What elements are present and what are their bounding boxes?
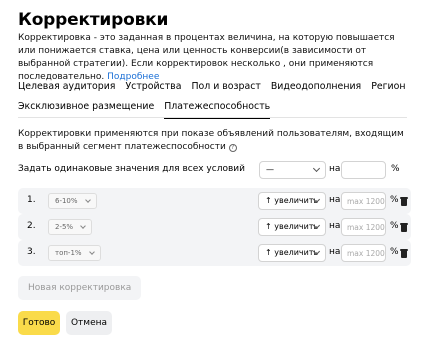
percent-input[interactable]: max 1200 bbox=[341, 218, 386, 236]
all-conditions-row: Задать одинаковые значения для всех усло… bbox=[18, 161, 410, 179]
percent-input[interactable]: max 1200 bbox=[341, 244, 386, 262]
help-icon[interactable]: ? bbox=[228, 144, 237, 152]
description-text: Корректировка - это заданная в процентах… bbox=[18, 32, 410, 84]
direction-value: ↑ увеличить bbox=[265, 222, 319, 231]
trash-icon[interactable] bbox=[400, 223, 408, 232]
all-conditions-select-value: — bbox=[266, 165, 274, 174]
chevron-down-icon bbox=[84, 197, 91, 203]
row-number: 1. bbox=[27, 195, 36, 205]
tab-region[interactable]: Регион bbox=[371, 81, 405, 97]
tab-gender-age[interactable]: Пол и возраст bbox=[191, 81, 260, 97]
cancel-button[interactable]: Отмена bbox=[66, 311, 112, 335]
note-text: Корректировки применяются при показе объ… bbox=[18, 129, 404, 152]
direction-value: ↑ увеличить bbox=[265, 196, 319, 205]
all-conditions-percent: % bbox=[391, 164, 400, 174]
dialog-title: Корректировки bbox=[18, 10, 169, 30]
adjustment-row-3: 3. топ-1% ↑ увеличить на max 1200 % bbox=[18, 240, 411, 266]
segment-select[interactable]: 6-10% bbox=[48, 193, 97, 209]
description-body: Корректировка - это заданная в процентах… bbox=[18, 33, 395, 82]
percent-sign: % bbox=[390, 195, 399, 205]
done-button[interactable]: Готово bbox=[18, 311, 60, 335]
segment-value: топ-1% bbox=[55, 249, 82, 257]
all-conditions-on-label: на bbox=[329, 164, 341, 174]
segment-select[interactable]: топ-1% bbox=[48, 245, 101, 261]
tab-devices[interactable]: Устройства bbox=[125, 81, 181, 97]
row-number: 3. bbox=[27, 247, 36, 257]
direction-select[interactable]: ↑ увеличить bbox=[258, 192, 326, 210]
direction-select[interactable]: ↑ увеличить bbox=[258, 244, 326, 262]
trash-icon[interactable] bbox=[400, 249, 408, 258]
segment-value: 2-5% bbox=[55, 223, 74, 231]
chevron-down-icon bbox=[88, 249, 95, 255]
segment-select[interactable]: 2-5% bbox=[48, 219, 93, 235]
tabs-divider bbox=[18, 117, 407, 118]
adjustment-row-1: 1. 6-10% ↑ увеличить на max 1200 % bbox=[18, 188, 411, 214]
adjustment-row-2: 2. 2-5% ↑ увеличить на max 1200 % bbox=[18, 214, 411, 240]
new-adjustment-button[interactable]: Новая корректировка bbox=[18, 276, 142, 300]
percent-sign: % bbox=[390, 221, 399, 231]
on-label: на bbox=[329, 247, 341, 257]
tabs-row-1: Целевая аудитория Устройства Пол и возра… bbox=[18, 81, 406, 97]
row-number: 2. bbox=[27, 221, 36, 231]
direction-select[interactable]: ↑ увеличить bbox=[258, 218, 326, 236]
on-label: на bbox=[329, 195, 341, 205]
tab-target-audience[interactable]: Целевая аудитория bbox=[18, 81, 115, 97]
trash-icon[interactable] bbox=[400, 197, 408, 206]
segment-value: 6-10% bbox=[55, 197, 78, 205]
on-label: на bbox=[329, 221, 341, 231]
solvency-note: Корректировки применяются при показе объ… bbox=[18, 128, 410, 154]
all-conditions-label: Задать одинаковые значения для всех усло… bbox=[18, 164, 245, 174]
all-conditions-input[interactable] bbox=[341, 161, 386, 179]
percent-sign: % bbox=[390, 247, 399, 257]
direction-value: ↑ увеличить bbox=[265, 248, 319, 257]
chevron-down-icon bbox=[312, 164, 321, 173]
chevron-down-icon bbox=[80, 223, 86, 229]
all-conditions-select[interactable]: — bbox=[259, 161, 326, 179]
tab-video-extensions[interactable]: Видеодополнения bbox=[271, 81, 361, 97]
percent-input[interactable]: max 1200 bbox=[341, 192, 386, 210]
